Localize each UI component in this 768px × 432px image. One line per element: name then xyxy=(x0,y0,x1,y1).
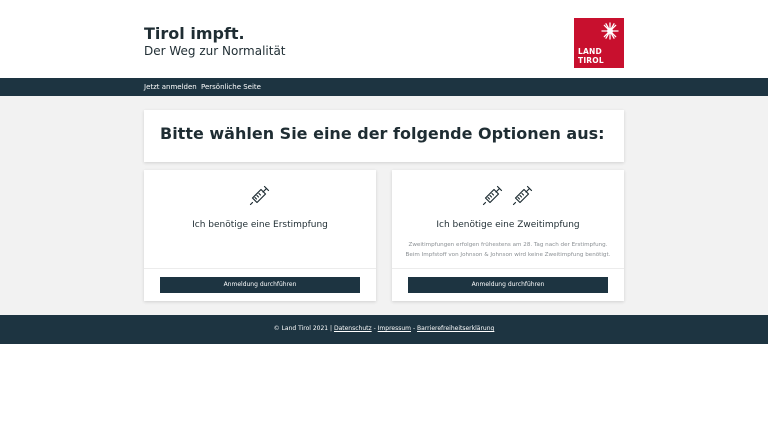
logo-text-land: LAND xyxy=(578,47,602,56)
nav-link-persoenliche-seite[interactable]: Persönliche Seite xyxy=(201,82,261,92)
syringe-icon xyxy=(512,185,532,206)
footer-separator: - xyxy=(373,325,376,332)
option-title: Ich benötige eine Erstimpfung xyxy=(192,220,328,230)
option-divider xyxy=(392,268,624,269)
footer-link-datenschutz[interactable]: Datenschutz xyxy=(334,325,372,332)
note-line: Beim Impfstoff von Johnson & Johnson wir… xyxy=(405,252,611,258)
prompt-card: Bitte wählen Sie eine der folgende Optio… xyxy=(144,110,624,162)
option-note: Zweitimpfungen erfolgen frühestens am 28… xyxy=(398,240,618,260)
eagle-emblem-icon xyxy=(601,22,619,40)
footer-text: © Land Tirol 2021 | Datenschutz - Impres… xyxy=(0,325,768,333)
footer-link-impressum[interactable]: Impressum xyxy=(378,325,411,332)
footer-copyright: © Land Tirol 2021 | xyxy=(273,325,333,332)
site-footer: © Land Tirol 2021 | Datenschutz - Impres… xyxy=(0,315,768,344)
footer-separator: - xyxy=(412,325,416,332)
option-card-zweitimpfung: Ich benötige eine Zweitimpfung Zweitimpf… xyxy=(392,170,624,301)
main-nav: Jetzt anmelden Persönliche Seite xyxy=(0,78,768,96)
option-divider xyxy=(144,268,376,269)
option-icon-wrap xyxy=(392,184,624,206)
anmeldung-zweitimpfung-button[interactable]: Anmeldung durchführen xyxy=(408,277,608,293)
site-subtitle: Der Weg zur Normalität xyxy=(144,44,286,58)
page-title: Bitte wählen Sie eine der folgende Optio… xyxy=(160,124,605,143)
anmeldung-erstimpfung-button[interactable]: Anmeldung durchführen xyxy=(160,277,360,293)
footer-link-barrierefreiheit[interactable]: Barrierefreiheitserklärung xyxy=(417,325,494,332)
option-card-erstimpfung: Ich benötige eine Erstimpfung Anmeldung … xyxy=(144,170,376,301)
option-title: Ich benötige eine Zweitimpfung xyxy=(436,220,580,230)
syringe-icon xyxy=(483,185,503,206)
site-header: Tirol impft. Der Weg zur Normalität LAND… xyxy=(0,0,768,78)
note-line: Zweitimpfungen erfolgen frühestens am 28… xyxy=(408,242,608,248)
option-icon-wrap xyxy=(144,184,376,206)
logo-text-tirol: TIROL xyxy=(578,56,604,65)
main-content: Bitte wählen Sie eine der folgende Optio… xyxy=(0,96,768,315)
site-title: Tirol impft. xyxy=(144,24,245,43)
land-tirol-logo[interactable]: LAND TIROL xyxy=(574,18,624,68)
nav-link-jetzt-anmelden[interactable]: Jetzt anmelden xyxy=(144,82,197,92)
syringe-icon xyxy=(249,185,270,206)
